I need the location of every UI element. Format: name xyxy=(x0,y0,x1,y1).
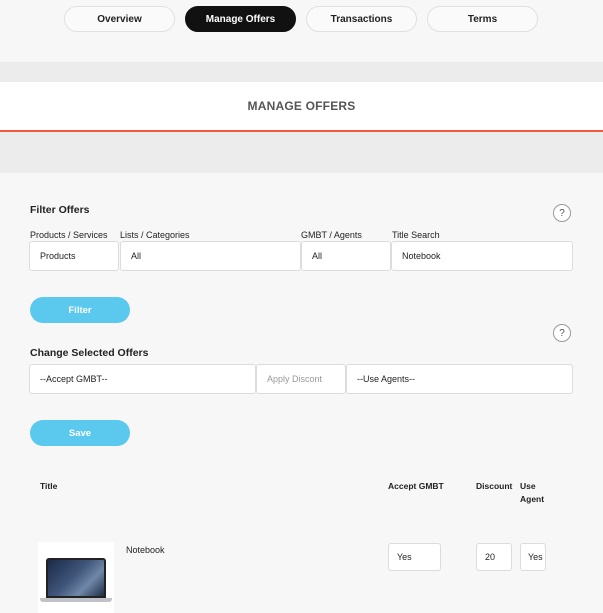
product-thumbnail[interactable] xyxy=(38,542,114,613)
title-search-input[interactable]: Notebook xyxy=(391,241,573,271)
lists-categories-select[interactable]: All xyxy=(120,241,301,271)
laptop-base-icon xyxy=(40,598,112,602)
title-search-label: Title Search xyxy=(392,230,440,240)
filter-offers-title: Filter Offers xyxy=(30,204,90,216)
accept-gmbt-select[interactable]: --Accept GMBT-- xyxy=(29,364,256,394)
column-header-discount: Discount xyxy=(476,481,513,491)
tab-overview[interactable]: Overview xyxy=(64,6,175,32)
change-selected-offers-title: Change Selected Offers xyxy=(30,347,149,359)
filter-button[interactable]: Filter xyxy=(30,297,130,323)
top-tabs: Overview Manage Offers Transactions Term… xyxy=(64,6,538,32)
column-header-use-agent-line2: Agent xyxy=(520,494,545,504)
laptop-icon xyxy=(46,558,106,598)
page-title: MANAGE OFFERS xyxy=(0,82,603,130)
column-header-use-agent-line1: Use xyxy=(520,481,536,491)
tab-terms[interactable]: Terms xyxy=(427,6,538,32)
use-agents-select[interactable]: --Use Agents-- xyxy=(346,364,573,394)
column-header-title: Title xyxy=(40,481,58,491)
row-accept-gmbt-select[interactable]: Yes xyxy=(388,543,441,571)
products-services-select[interactable]: Products xyxy=(29,241,119,271)
banner-top-band xyxy=(0,62,603,82)
gmbt-agents-label: GMBT / Agents xyxy=(301,230,362,240)
row-title[interactable]: Notebook xyxy=(126,545,165,555)
column-header-accept-gmbt: Accept GMBT xyxy=(388,481,444,491)
gmbt-agents-select[interactable]: All xyxy=(301,241,391,271)
tab-manage-offers[interactable]: Manage Offers xyxy=(185,6,296,32)
tab-transactions[interactable]: Transactions xyxy=(306,6,417,32)
banner-bottom-band xyxy=(0,132,603,173)
change-help-icon[interactable]: ? xyxy=(553,324,571,342)
column-header-use-agent: Use Agent xyxy=(520,480,544,506)
filter-help-icon[interactable]: ? xyxy=(553,204,571,222)
row-discount-input[interactable]: 20 xyxy=(476,543,512,571)
lists-categories-label: Lists / Categories xyxy=(120,230,190,240)
row-use-agent-select[interactable]: Yes xyxy=(520,543,546,571)
products-services-label: Products / Services xyxy=(30,230,108,240)
save-button[interactable]: Save xyxy=(30,420,130,446)
apply-discount-input[interactable]: Apply Discont xyxy=(256,364,346,394)
